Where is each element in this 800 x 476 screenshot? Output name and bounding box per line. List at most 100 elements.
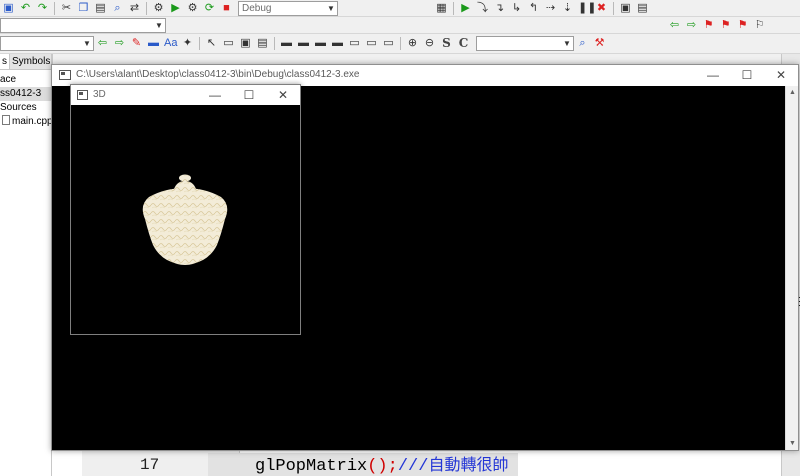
debug-windows-icon[interactable]: ▣ (619, 2, 632, 15)
zoom-out-icon[interactable]: ⊖ (423, 37, 436, 50)
gl-maximize-button[interactable]: ☐ (232, 85, 266, 105)
abort-icon[interactable]: ■ (220, 2, 233, 15)
run-icon[interactable]: ▶ (169, 2, 182, 15)
console-titlebar[interactable]: C:\Users\alant\Desktop\class0412-3\bin\D… (52, 65, 798, 86)
abbreviation-icon[interactable]: Aa (164, 37, 177, 50)
toolbar-separator (146, 1, 147, 15)
build-target-select[interactable]: Debug ▼ (238, 0, 338, 16)
close-button[interactable]: ✕ (764, 65, 798, 86)
tab-symbols[interactable]: Symbols (10, 54, 54, 69)
build-and-run-icon[interactable]: ⚙ (186, 2, 199, 15)
s-tool-icon[interactable]: S (440, 37, 453, 50)
rect-tool-icon[interactable]: ▭ (222, 37, 235, 50)
shape-f-icon[interactable]: ▭ (365, 37, 378, 50)
select-cursor-icon[interactable]: ↖ (205, 37, 218, 50)
shape-b-icon[interactable]: ▬ (297, 37, 310, 50)
gl-canvas[interactable] (71, 105, 300, 334)
shape-a-icon[interactable]: ▬ (280, 37, 293, 50)
shape-g-icon[interactable]: ▭ (382, 37, 395, 50)
jump-back-icon[interactable]: ⇦ (668, 19, 681, 32)
gl-titlebar[interactable]: 3D — ☐ ✕ (71, 85, 300, 105)
step-into-instruction-icon[interactable]: ⇣ (561, 2, 574, 15)
highlight-icon[interactable]: ✎ (130, 37, 143, 50)
toolbar-symbols: ▼ ⇦ ⇨ ✎ ▬ Aa ✦ ↖ ▭ ▣ ▤ ▬ ▬ ▬ ▬ ▭ ▭ ▭ ⊕ ⊖… (0, 34, 800, 54)
text-tool-icon[interactable]: ▤ (256, 37, 269, 50)
project-item[interactable]: ss0412-3 (0, 87, 51, 101)
tab-projects[interactable]: s (0, 54, 10, 69)
scroll-up-icon[interactable]: ▲ (786, 86, 799, 99)
management-panel: s Symbols ace ss0412-3 Sources main.cpp (0, 54, 54, 476)
various-info-icon[interactable]: ▤ (636, 2, 649, 15)
prev-bookmark-icon[interactable]: ⚑ (719, 19, 732, 32)
step-into-icon[interactable]: ↳ (510, 2, 523, 15)
teapot-body (142, 188, 228, 265)
code-comment-text: 自動轉很帥 (428, 455, 509, 474)
redo-icon[interactable]: ↷ (36, 2, 49, 15)
chevron-down-icon: ▼ (155, 20, 163, 30)
toggle-bookmark-icon[interactable]: ⚑ (702, 19, 715, 32)
shape-c-icon[interactable]: ▬ (314, 37, 327, 50)
jump-forward-icon[interactable]: ⇨ (685, 19, 698, 32)
minimize-button[interactable]: — (696, 65, 730, 86)
run-to-cursor-icon[interactable]: ⤵ (476, 2, 489, 15)
match-icon[interactable]: ▬ (147, 37, 160, 50)
step-out-icon[interactable]: ↰ (527, 2, 540, 15)
scroll-down-icon[interactable]: ▼ (786, 437, 799, 450)
toolbar-separator (400, 37, 401, 50)
next-instruction-icon[interactable]: ⇢ (544, 2, 557, 15)
next-line-icon[interactable]: ↴ (493, 2, 506, 15)
toolbar-separator (613, 1, 614, 15)
forward-icon[interactable]: ⇨ (113, 37, 126, 50)
select-target-icon[interactable]: ▦ (435, 2, 448, 15)
build-gear-icon[interactable]: ⚙ (152, 2, 165, 15)
pause-icon[interactable]: ❚❚ (578, 2, 596, 15)
teapot-render (142, 174, 228, 265)
chevron-down-icon: ▼ (327, 3, 335, 13)
gl-close-button[interactable]: ✕ (266, 85, 300, 105)
find-icon[interactable]: ⌕ (111, 2, 124, 15)
tools-icon[interactable]: ⚒ (593, 37, 606, 50)
toolbar-separator (199, 37, 200, 50)
code-function: glPopMatrix (255, 457, 368, 476)
c-tool-icon[interactable]: C (457, 37, 470, 50)
console-scrollbar[interactable]: ▲ ▼ (785, 86, 798, 450)
gl-title: 3D (93, 89, 106, 100)
scope-select[interactable]: ▼ (0, 17, 166, 33)
zoom-in-icon[interactable]: ⊕ (406, 37, 419, 50)
file-item-label: main.cpp (12, 116, 53, 127)
copy-icon[interactable]: ❐ (77, 2, 90, 15)
teapot-knob (179, 174, 191, 182)
paste-icon[interactable]: ▤ (94, 2, 107, 15)
workspace-item[interactable]: ace (0, 73, 51, 87)
file-item-main[interactable]: main.cpp (0, 115, 53, 129)
image-tool-icon[interactable]: ▣ (239, 37, 252, 50)
undo-icon[interactable]: ↶ (19, 2, 32, 15)
shape-e-icon[interactable]: ▭ (348, 37, 361, 50)
replace-icon[interactable]: ⇄ (128, 2, 141, 15)
search-combo[interactable]: ▼ (476, 36, 574, 51)
toolbar-separator (453, 1, 454, 15)
clear-bookmarks-icon[interactable]: ⚐ (753, 19, 766, 32)
maximize-button[interactable]: ☐ (730, 65, 764, 86)
rebuild-icon[interactable]: ⟳ (203, 2, 216, 15)
cut-icon[interactable]: ✂ (60, 2, 73, 15)
function-select[interactable]: ▼ (0, 36, 94, 51)
code-line[interactable]: glPopMatrix();///自動轉很帥 (208, 453, 519, 476)
toolbar-code-completion: ▼ ⇦ ⇨ ⚑ ⚑ ⚑ ⚐ (0, 17, 800, 34)
sources-folder-item[interactable]: Sources (0, 101, 51, 115)
gl-window[interactable]: 3D — ☐ ✕ (70, 84, 301, 335)
file-icon (2, 115, 10, 125)
console-title: C:\Users\alant\Desktop\class0412-3\bin\D… (76, 69, 360, 80)
back-icon[interactable]: ⇦ (96, 37, 109, 50)
code-editor[interactable]: 17 glPopMatrix();///自動轉很帥 (52, 451, 781, 476)
gl-minimize-button[interactable]: — (198, 85, 232, 105)
stop-debug-icon[interactable]: ✖ (595, 2, 608, 15)
search-icon[interactable]: ⌕ (576, 37, 589, 50)
debug-continue-icon[interactable]: ▶ (459, 2, 472, 15)
line-number: 17 (140, 456, 160, 474)
toolbar-main: ▣ ↶ ↷ ✂ ❐ ▤ ⌕ ⇄ ⚙ ▶ ⚙ ⟳ ■ Debug ▼ ▦ ▶ ⤵ … (0, 0, 800, 17)
open-project-icon[interactable]: ▣ (2, 2, 15, 15)
next-bookmark-icon[interactable]: ⚑ (736, 19, 749, 32)
snippet-icon[interactable]: ✦ (181, 37, 194, 50)
shape-d-icon[interactable]: ▬ (331, 37, 344, 50)
